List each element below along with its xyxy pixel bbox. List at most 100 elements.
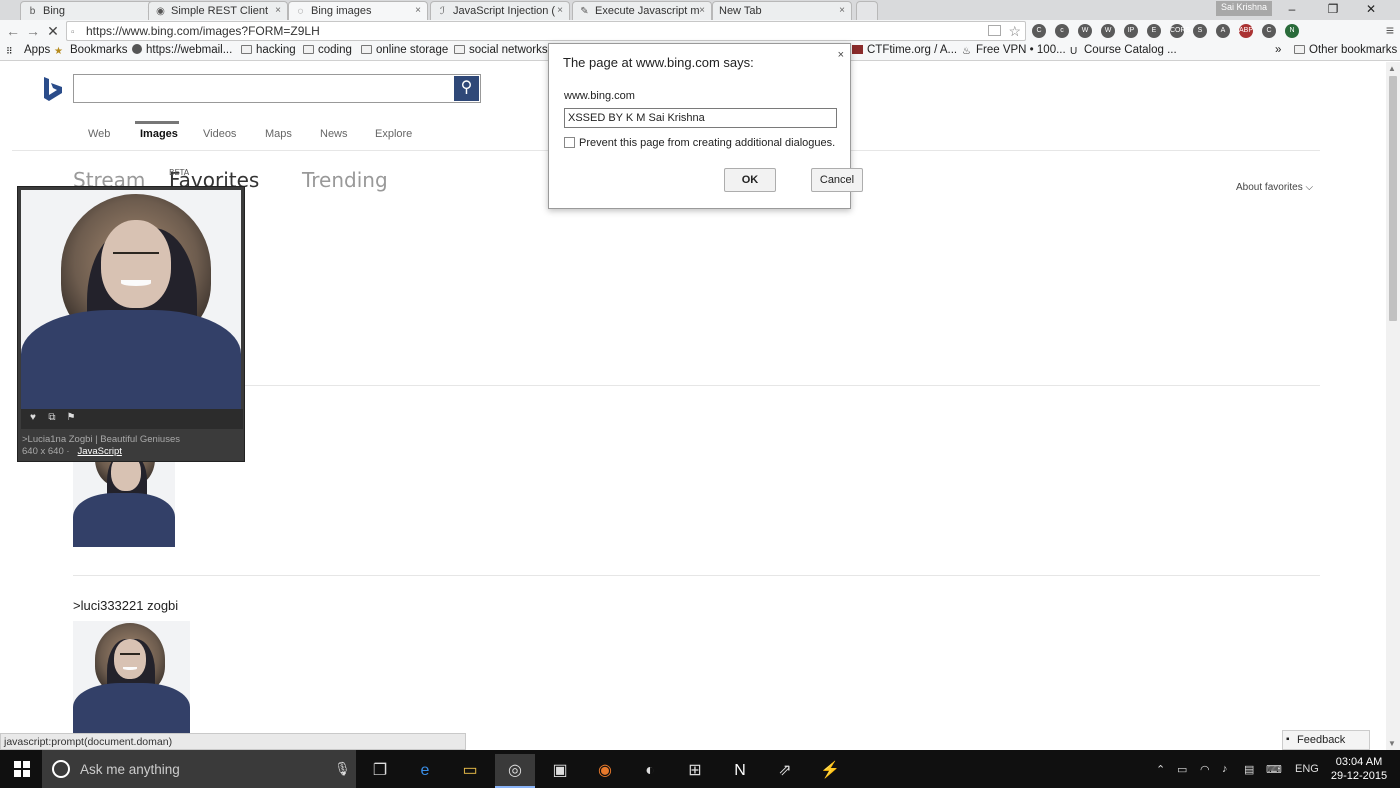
flag-icon[interactable]: ⚑	[65, 412, 77, 424]
bookmark-course-catalog[interactable]: U Course Catalog ...	[1070, 44, 1177, 57]
extension-icon[interactable]: A	[1216, 24, 1230, 38]
keyboard-icon[interactable]: ⌨	[1266, 763, 1282, 776]
bookmark-folder-social-networks[interactable]: social networks	[454, 44, 548, 56]
extension-icon[interactable]: C	[1262, 24, 1276, 38]
bookmark-ctftime[interactable]: CTFtime.org / A...	[852, 44, 957, 56]
onenote-icon[interactable]: N	[720, 754, 760, 788]
stop-icon[interactable]: ✕	[44, 22, 62, 40]
app-icon[interactable]: ◐	[630, 754, 670, 788]
app-icon[interactable]: ▣	[540, 754, 580, 788]
cors-extension-icon[interactable]: CORS	[1170, 24, 1190, 38]
edge-icon[interactable]: e	[405, 754, 445, 788]
close-tab-icon[interactable]: ×	[557, 5, 563, 16]
scope-news[interactable]: News	[320, 128, 348, 140]
extension-icon[interactable]: N	[1285, 24, 1299, 38]
image-hover-card[interactable]: ♥ ⧉ ⚑ >Lucia1na Zogbi | Beautiful Genius…	[17, 186, 245, 462]
subnav-trending[interactable]: Trending	[302, 168, 388, 192]
file-explorer-icon[interactable]: ▭	[450, 754, 490, 788]
volume-icon[interactable]: ♪	[1222, 763, 1228, 775]
tab-new-tab[interactable]: New Tab ×	[712, 1, 852, 20]
language-indicator[interactable]: ENG	[1295, 763, 1319, 775]
bing-logo-icon[interactable]	[42, 76, 64, 102]
bookmark-apps[interactable]: ⠿ Apps	[6, 44, 50, 56]
restore-icon[interactable]: ❐	[1318, 1, 1348, 19]
tab-bing-images[interactable]: ◌ Bing images ×	[288, 1, 428, 20]
scope-videos[interactable]: Videos	[203, 128, 236, 140]
new-tab-button[interactable]	[856, 1, 878, 20]
page-action-icon[interactable]	[988, 25, 1001, 36]
extension-icon[interactable]: W	[1078, 24, 1092, 38]
dialog-text-input[interactable]	[564, 108, 837, 128]
minimize-icon[interactable]: ‒	[1277, 1, 1307, 19]
battery-icon[interactable]: ▭	[1177, 763, 1187, 776]
bookmarks-overflow-button[interactable]: »	[1275, 44, 1281, 56]
extension-icon[interactable]: IP	[1124, 24, 1138, 38]
about-favorites-link[interactable]: About favorites ⌵	[1236, 182, 1313, 193]
close-tab-icon[interactable]: ×	[415, 5, 421, 16]
favorite-caption[interactable]: >luci333221 zogbi	[73, 598, 178, 613]
scroll-up-icon[interactable]: ▲	[1388, 64, 1396, 73]
favorite-image-thumbnail[interactable]	[73, 621, 190, 734]
scope-images[interactable]: Images	[140, 128, 178, 140]
task-view-icon[interactable]: ❐	[360, 754, 400, 788]
javascript-link[interactable]: JavaScript	[78, 446, 122, 457]
close-tab-icon[interactable]: ×	[275, 5, 281, 16]
copy-icon[interactable]: ⧉	[46, 412, 58, 424]
extension-icon[interactable]: W	[1101, 24, 1115, 38]
app-icon[interactable]: ⚡	[810, 754, 850, 788]
dialog-close-icon[interactable]: ×	[838, 49, 844, 61]
store-icon[interactable]: ⊞	[675, 754, 715, 788]
search-button[interactable]: ⚲	[454, 76, 479, 101]
favorite-image-thumbnail[interactable]	[73, 447, 175, 547]
tab-javascript-injection[interactable]: ℐ JavaScript Injection (×	[430, 1, 570, 20]
scrollbar-thumb[interactable]	[1389, 76, 1397, 321]
bookmark-free-vpn[interactable]: ♨ Free VPN • 100...	[962, 44, 1066, 57]
scope-maps[interactable]: Maps	[265, 128, 292, 140]
chrome-icon[interactable]: ◎	[495, 754, 535, 788]
scroll-down-icon[interactable]: ▼	[1388, 739, 1396, 748]
menu-icon[interactable]: ≡	[1386, 22, 1394, 38]
feedback-button[interactable]: ▪ Feedback	[1282, 730, 1370, 750]
app-icon[interactable]: ⇗	[765, 754, 805, 788]
profile-button[interactable]: Sai Krishna	[1216, 1, 1273, 16]
bookmark-folder-coding[interactable]: coding	[303, 44, 352, 56]
microphone-icon[interactable]: 🎙	[334, 761, 351, 777]
cortana-search-box[interactable]: Ask me anything 🎙	[42, 750, 356, 788]
tab-bing[interactable]: bBing×	[20, 1, 160, 20]
address-bar[interactable]: ▫ https://www.bing.com/images?FORM=Z9LH ☆	[66, 21, 1026, 41]
cancel-button[interactable]: Cancel	[811, 168, 863, 192]
bookmark-star-icon[interactable]: ☆	[1008, 23, 1021, 40]
hover-card-image[interactable]	[21, 190, 241, 410]
forward-icon[interactable]: →	[24, 22, 42, 40]
show-hidden-icons[interactable]: ⌃	[1156, 763, 1165, 776]
close-tab-icon[interactable]: ×	[839, 5, 845, 16]
bookmark-other-bookmarks[interactable]: Other bookmarks	[1294, 44, 1397, 56]
adblock-icon[interactable]: ABP	[1239, 24, 1253, 38]
scope-explore[interactable]: Explore	[375, 128, 412, 140]
search-input[interactable]	[74, 75, 452, 102]
bookmark-folder-hacking[interactable]: hacking	[241, 44, 296, 56]
back-icon[interactable]: ←	[4, 22, 22, 40]
system-clock[interactable]: 03:04 AM 29-12-2015	[1324, 755, 1394, 783]
extension-icon[interactable]: S	[1193, 24, 1207, 38]
wifi-icon[interactable]: ◠	[1200, 763, 1210, 776]
scope-web[interactable]: Web	[88, 128, 110, 140]
tab-simple-rest-client[interactable]: ◉ Simple REST Client ×	[148, 1, 288, 20]
heart-icon[interactable]: ♥	[27, 412, 39, 424]
ok-button[interactable]: OK	[724, 168, 776, 192]
close-window-icon[interactable]: ✕	[1356, 1, 1386, 19]
checkbox-box[interactable]	[564, 137, 575, 148]
prevent-dialogs-checkbox[interactable]: Prevent this page from creating addition…	[564, 137, 835, 149]
action-center-icon[interactable]: ▤	[1244, 763, 1254, 776]
vertical-scrollbar[interactable]: ▲ ▼	[1386, 62, 1400, 750]
windows-start-icon[interactable]	[14, 761, 30, 777]
extension-icon[interactable]: C	[1032, 24, 1046, 38]
extension-icon[interactable]: c	[1055, 24, 1069, 38]
close-tab-icon[interactable]: ×	[699, 5, 705, 16]
firefox-icon[interactable]: ◉	[585, 754, 625, 788]
bookmark-bookmarks[interactable]: ★ Bookmarks	[54, 44, 128, 57]
bookmark-folder-online-storage[interactable]: online storage	[361, 44, 448, 56]
extension-icon[interactable]: E	[1147, 24, 1161, 38]
tab-execute-javascript[interactable]: ✎ Execute Javascript m ×	[572, 1, 712, 20]
bookmark-webmail[interactable]: https://webmail...	[132, 44, 232, 56]
